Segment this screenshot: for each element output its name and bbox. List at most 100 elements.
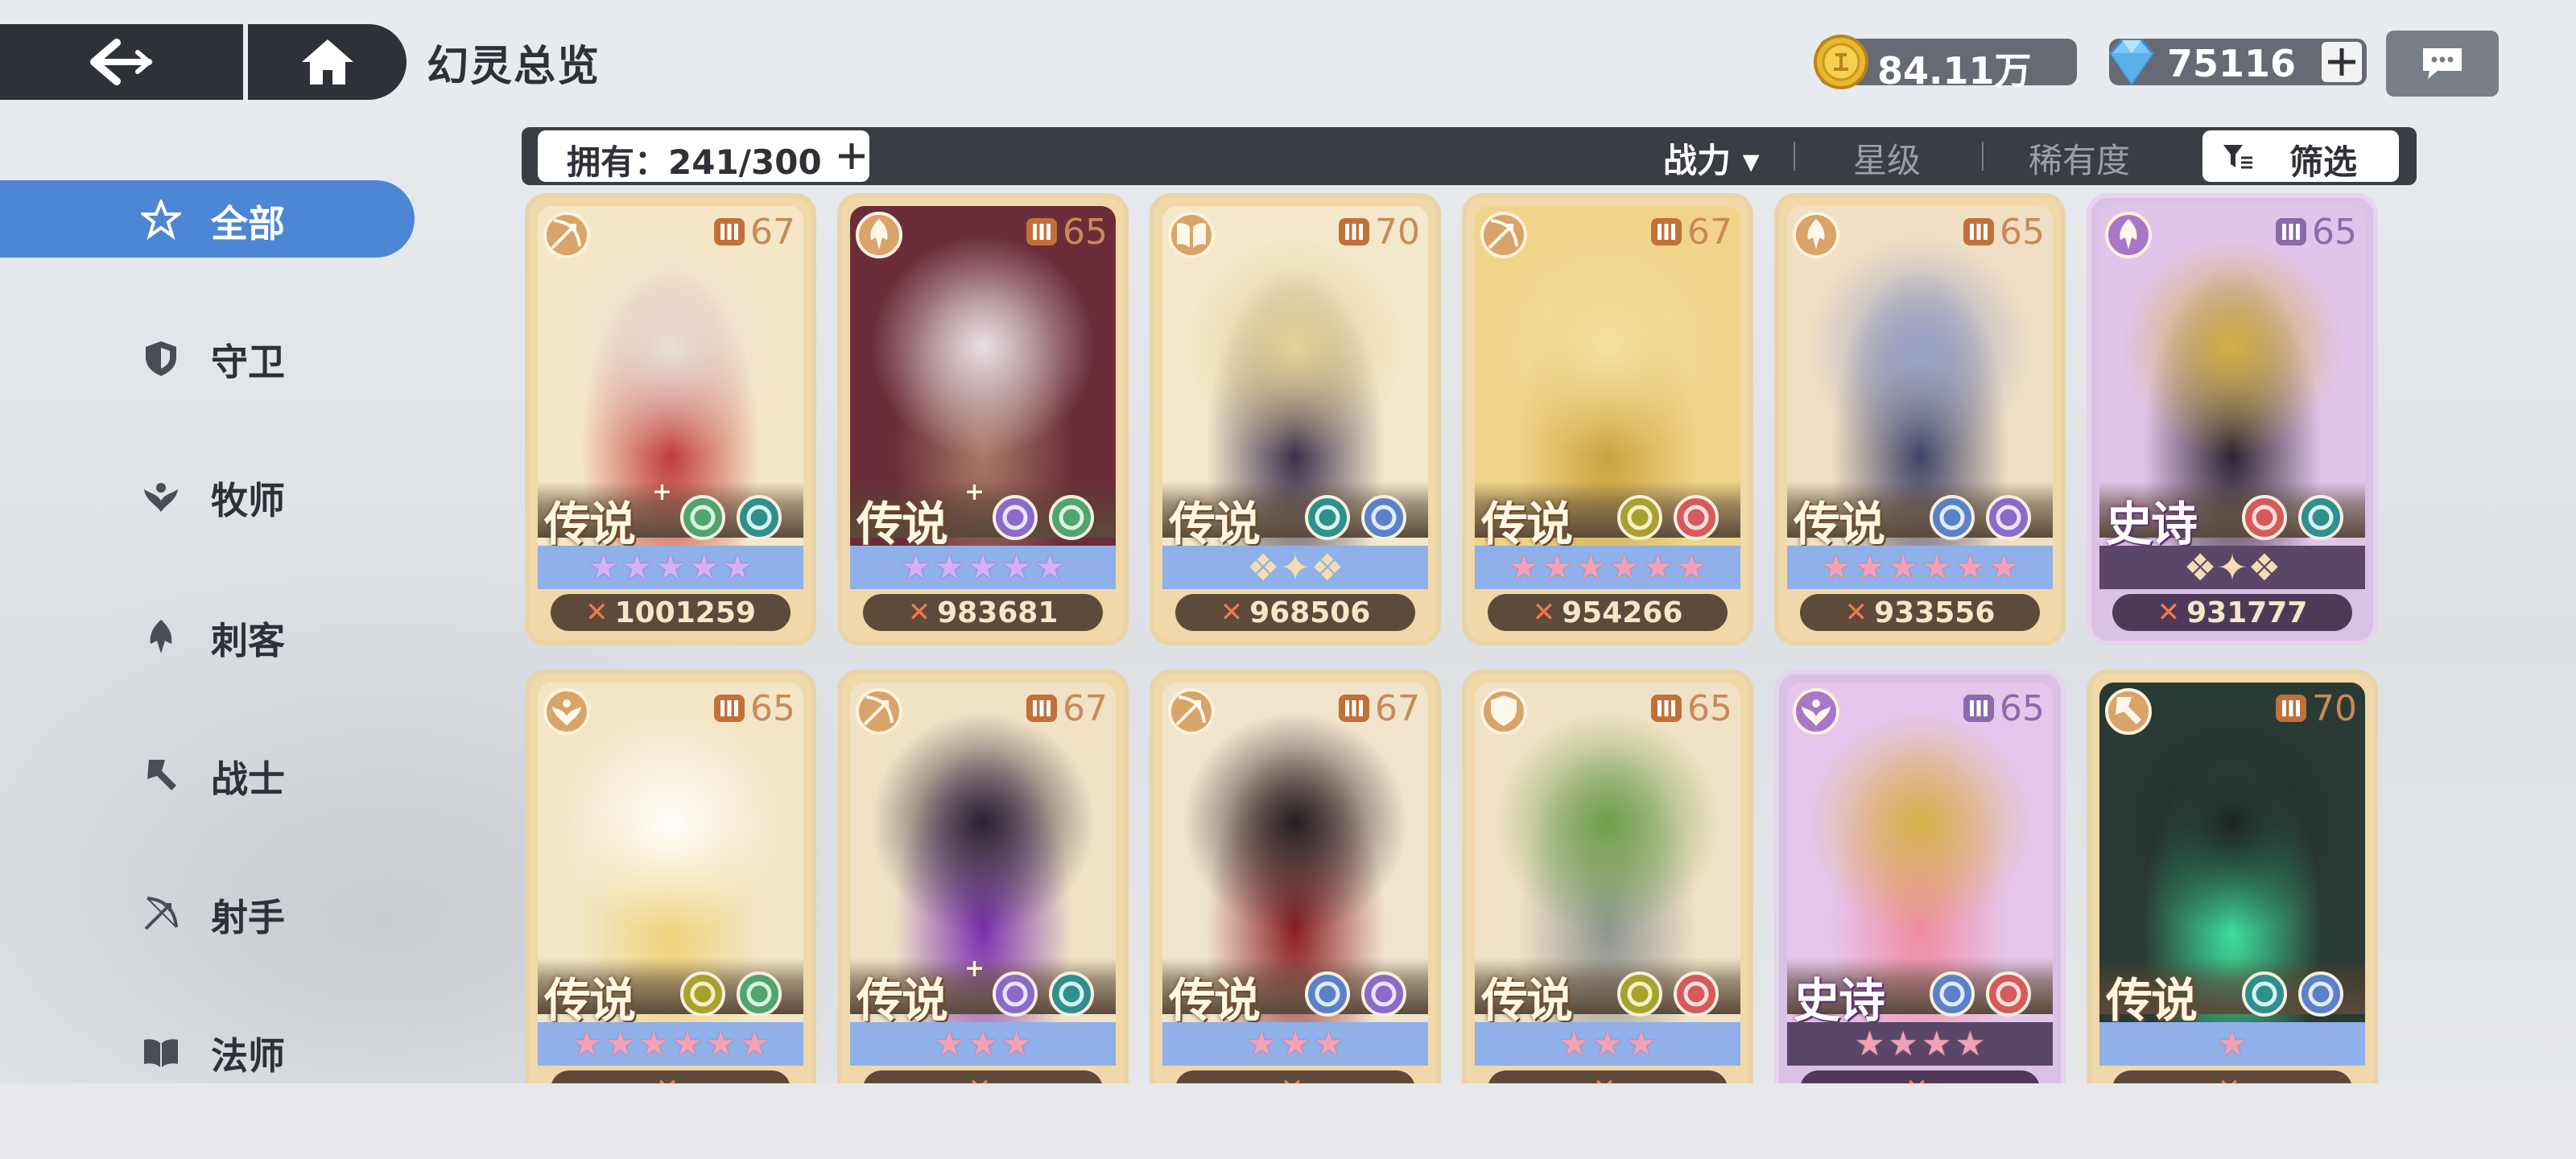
sidebar-item-label: 战士 xyxy=(211,757,285,801)
hero-level: 67 xyxy=(1687,211,1732,253)
hero-card[interactable]: 65 传说 + ★ ★ ★ ★ ★ ✕ 983681 xyxy=(837,193,1129,645)
hero-level: 70 xyxy=(2312,687,2357,729)
chat-button[interactable] xyxy=(2386,31,2499,97)
assassin-icon xyxy=(1793,212,1839,258)
hero-level: 70 xyxy=(1375,211,1420,253)
hero-card[interactable]: 65传说★★★✕ xyxy=(1462,670,1753,1122)
sidebar-item-label: 射手 xyxy=(211,896,285,939)
star-icon: ★ xyxy=(1642,547,1674,587)
hero-level: 65 xyxy=(1687,687,1732,729)
hero-card[interactable]: 70传说★✕ xyxy=(2087,670,2378,1122)
fire-element-icon xyxy=(1674,495,1719,540)
sidebar-item-warrior[interactable]: 战士 xyxy=(0,736,419,813)
star-icon: ★ xyxy=(1888,1024,1918,1063)
home-button[interactable] xyxy=(248,24,407,100)
sidebar-item-assassin[interactable]: 刺客 xyxy=(0,597,419,674)
level-bars-icon xyxy=(2276,695,2306,722)
sidebar-item-label: 守卫 xyxy=(211,340,285,384)
hero-card[interactable]: 65传说★★★★★★✕ xyxy=(525,670,816,1122)
power-value: 1001259 xyxy=(614,596,756,629)
hero-card[interactable]: 65 史诗 ❖✦❖ ✕ 931777 xyxy=(2087,193,2378,645)
filter-button[interactable]: 筛选 xyxy=(2202,130,2399,182)
gold-currency[interactable]: 84.11万 xyxy=(1814,35,2077,93)
water-element-icon xyxy=(2298,495,2343,540)
archer-icon xyxy=(1480,212,1527,258)
hero-card[interactable]: 67 传说 ★ ★ ★ ★ ★ ★ ✕ 954266 xyxy=(1462,193,1753,645)
crossed-swords-icon: ✕ xyxy=(2157,596,2181,629)
hero-level: 65 xyxy=(1063,211,1108,253)
plus-rank-icon: + xyxy=(652,478,673,506)
level-bars-icon xyxy=(1651,695,1682,722)
leaf-element-icon xyxy=(1049,495,1094,540)
assassin-icon xyxy=(150,620,172,654)
power-bar: ✕ 1001259 xyxy=(551,594,791,631)
power-value: 968506 xyxy=(1249,596,1371,629)
level-bars-icon xyxy=(2276,218,2306,245)
hero-level: 65 xyxy=(2000,211,2045,253)
warrior-icon xyxy=(2105,688,2152,735)
star-icon: ★ xyxy=(1922,547,1952,587)
sidebar-item-priest[interactable]: 牧师 xyxy=(0,457,419,534)
star-icon: ★ xyxy=(722,547,753,587)
sidebar-item-archer[interactable]: 射手 xyxy=(0,874,419,951)
star-icon: ★ xyxy=(1888,547,1918,587)
leaf-element-icon xyxy=(680,495,725,540)
hero-card[interactable]: 65史诗★★★★✕ xyxy=(1774,670,2066,1122)
star-row: ★ ★ ★ ★ xyxy=(1787,1022,2053,1066)
star-icon: ★ xyxy=(2217,1024,2248,1063)
light-element-icon xyxy=(2298,971,2343,1017)
light-element-icon xyxy=(1930,971,1975,1017)
level-bars-icon xyxy=(1651,218,1682,245)
hero-card[interactable]: 65 传说 ★ ★ ★ ★ ★ ★ ✕ 933556 xyxy=(1774,193,2066,645)
star-icon: ★ xyxy=(1575,547,1606,587)
chat-bubble-icon xyxy=(2423,48,2462,79)
star-icon: ★ xyxy=(1542,547,1573,587)
sidebar-item-mage[interactable]: 法师 xyxy=(0,1013,419,1090)
rarity-label: 传说 xyxy=(2106,973,2198,1028)
star-icon: ★ xyxy=(968,1024,998,1063)
awaken-crest-icon: ❖✦❖ xyxy=(1246,546,1344,589)
rarity-label: 传说 xyxy=(1794,497,1885,551)
guard-icon xyxy=(1480,688,1527,735)
crossed-swords-icon: ✕ xyxy=(1844,596,1868,629)
star-row: ★ ★ ★ ★ ★ xyxy=(538,546,803,589)
star-icon: ★ xyxy=(1988,547,2019,587)
power-value: 933556 xyxy=(1874,596,1996,629)
owned-count: 拥有：241/300 xyxy=(567,142,822,182)
level-indicator: 67 xyxy=(1649,209,1732,254)
leaf-element-icon xyxy=(737,971,782,1017)
sort-by-stars-tab[interactable]: 星级 xyxy=(1853,134,1921,183)
sort-divider xyxy=(1794,142,1795,171)
star-row: ★ xyxy=(2099,1022,2365,1066)
wind-element-icon xyxy=(680,971,725,1017)
star-icon: ★ xyxy=(1001,547,1032,587)
level-indicator: 70 xyxy=(2273,686,2357,731)
star-icon: ★ xyxy=(1854,1024,1885,1063)
level-indicator: 65 xyxy=(1961,686,2045,731)
sort-by-power-tab[interactable]: 战力 ▾ xyxy=(1663,134,1760,183)
hero-card[interactable]: 70 传说 ❖✦❖ ✕ 968506 xyxy=(1150,193,1441,645)
void-element-icon xyxy=(993,971,1038,1017)
hero-card[interactable]: 67传说★★★✕ xyxy=(1150,670,1441,1122)
star-icon: ★ xyxy=(1821,547,1852,587)
home-icon xyxy=(301,39,353,85)
power-bar: ✕ 954266 xyxy=(1488,594,1728,631)
assassin-icon xyxy=(856,212,902,258)
back-button[interactable] xyxy=(0,24,242,100)
rarity-label: 传说 xyxy=(1169,973,1261,1028)
priest-icon xyxy=(144,483,178,512)
add-gems-button[interactable] xyxy=(2322,42,2362,82)
sidebar-item-guard[interactable]: 守卫 xyxy=(0,319,419,396)
star-icon: ★ xyxy=(1246,1024,1278,1063)
hero-card[interactable]: 67 传说 + ★ ★ ★ ★ ★ ✕ 1001259 xyxy=(525,193,816,645)
light-element-icon xyxy=(1930,495,1975,540)
plus-rank-icon: + xyxy=(964,478,985,506)
gem-currency[interactable]: 75116 xyxy=(2109,39,2367,86)
sidebar-item-all[interactable]: 全部 xyxy=(0,180,415,258)
owned-count-box[interactable]: 拥有：241/300 xyxy=(538,130,869,182)
sidebar-item-label: 刺客 xyxy=(211,619,285,662)
star-icon: ★ xyxy=(621,547,653,587)
hero-card[interactable]: 67传说+★★★✕ xyxy=(837,670,1129,1122)
sort-by-rarity-tab[interactable]: 稀有度 xyxy=(2029,134,2130,183)
priest-icon xyxy=(1793,688,1839,735)
